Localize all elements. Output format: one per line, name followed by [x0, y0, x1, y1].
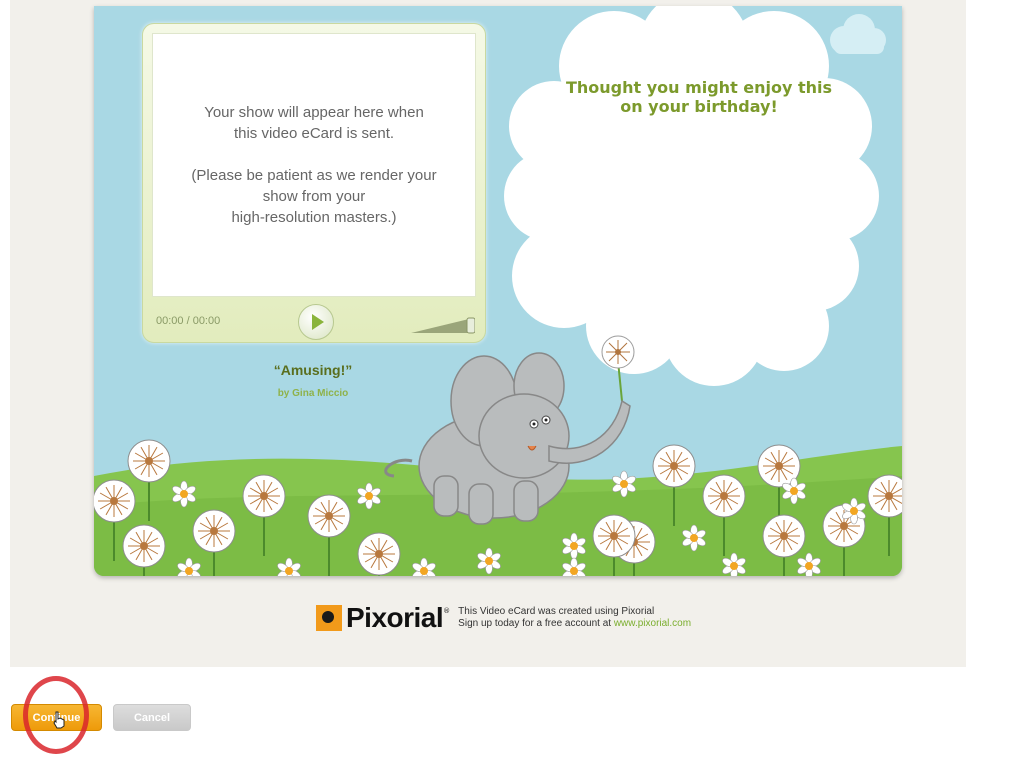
show-caption: “Amusing!” by Gina Miccio	[223, 362, 403, 399]
dandelion-icon	[122, 524, 166, 576]
video-player: Your show will appear here when this vid…	[142, 23, 486, 343]
promo-line-2: Sign up today for a free account at www.…	[458, 618, 691, 630]
daisy-icon	[562, 532, 586, 560]
pixorial-branding: Pixorial ® This Video eCard was created …	[316, 602, 691, 633]
volume-icon[interactable]	[411, 315, 475, 335]
brand-name: Pixorial	[346, 602, 444, 633]
promo-prefix: Sign up today for a free account at	[458, 618, 614, 629]
daisy-icon	[177, 557, 201, 576]
dandelion-icon	[762, 514, 806, 576]
daisy-icon	[277, 557, 301, 576]
daisy-icon	[562, 557, 586, 576]
promo-text: This Video eCard was created using Pixor…	[458, 606, 691, 630]
show-title: “Amusing!”	[273, 362, 353, 378]
dandelion-icon	[242, 474, 286, 556]
cancel-button[interactable]: Cancel	[113, 704, 191, 731]
daisy-icon	[172, 480, 196, 508]
daisy-icon	[357, 482, 381, 510]
dandelion-icon	[357, 532, 401, 576]
dandelion-icon	[652, 444, 696, 526]
daisy-icon	[412, 557, 436, 576]
dandelion-icon	[867, 474, 902, 556]
ecard: Your show will appear here when this vid…	[94, 6, 902, 576]
play-icon	[312, 314, 324, 330]
daisy-icon	[477, 547, 501, 575]
daisy-icon	[722, 552, 746, 576]
placeholder-message: Your show will appear here when this vid…	[204, 104, 424, 142]
dandelion-icon	[307, 494, 351, 576]
promo-line-1: This Video eCard was created using Pixor…	[458, 606, 655, 617]
play-button[interactable]	[298, 304, 334, 340]
dandelion-icon	[592, 514, 636, 576]
render-notice: (Please be patient as we render your sho…	[191, 167, 437, 226]
show-author: by Gina Miccio	[277, 388, 349, 399]
time-display: 00:00 / 00:00	[156, 315, 221, 327]
ecard-preview-frame: Your show will appear here when this vid…	[10, 0, 966, 667]
video-screen: Your show will appear here when this vid…	[152, 33, 476, 297]
registered-mark: ®	[443, 607, 451, 615]
pixorial-link[interactable]: www.pixorial.com	[614, 618, 691, 629]
dandelion-icon	[127, 439, 171, 521]
daisy-icon	[612, 470, 636, 498]
continue-button[interactable]: Continue	[11, 704, 102, 731]
daisy-icon	[797, 552, 821, 576]
daisy-icon	[682, 524, 706, 552]
pixorial-logo-icon	[316, 605, 342, 631]
card-message: Thought you might enjoy this on your bir…	[565, 78, 833, 116]
dandelion-icon	[702, 474, 746, 556]
